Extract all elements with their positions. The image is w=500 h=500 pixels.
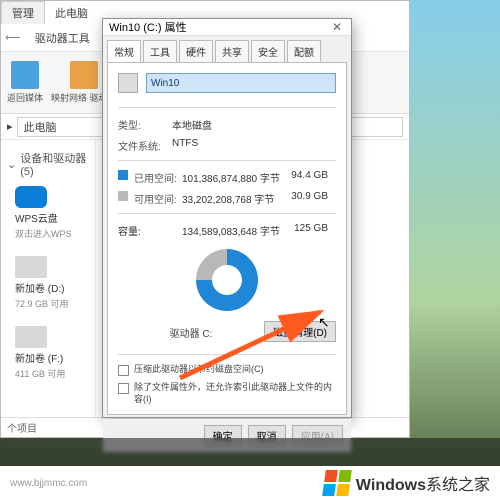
- nav-back-icon[interactable]: ⟵: [5, 31, 21, 44]
- tab-security[interactable]: 安全: [251, 40, 285, 62]
- drive-caption: 驱动器 C:: [118, 325, 264, 340]
- sidebar-item-drive-f[interactable]: 新加卷 (F:) 411 GB 可用: [1, 322, 95, 384]
- used-swatch: [118, 170, 128, 180]
- disk-cleanup-button[interactable]: 磁盘清理(D): [264, 321, 336, 342]
- sidebar-item-drive-d[interactable]: 新加卷 (D:) 72.9 GB 可用: [1, 252, 95, 314]
- dialog-body: 类型:本地磁盘 文件系统:NTFS 已用空间:101,386,874,880 字…: [107, 62, 347, 415]
- label-type: 类型:: [118, 117, 172, 132]
- watermark-bar: www.bjjmmc.com Windows系统之家: [0, 466, 500, 500]
- usage-donut-chart: [196, 249, 258, 311]
- tab-quota[interactable]: 配额: [287, 40, 321, 62]
- tab-thispc[interactable]: 此电脑: [45, 2, 98, 24]
- dialog-title: Win10 (C:) 属性: [109, 19, 187, 35]
- drive-icon: [15, 326, 47, 348]
- sidebar: ⌄ 设备和驱动器 (5) WPS云盘 双击进入WPS 新加卷 (D:) 72.9…: [1, 140, 96, 417]
- folder-icon: ▸: [7, 120, 13, 133]
- drive-name-input[interactable]: [146, 73, 336, 93]
- free-swatch: [118, 191, 128, 201]
- ribbon-media[interactable]: 返回媒体: [7, 61, 43, 104]
- drive-icon: [15, 256, 47, 278]
- dialog-tabs: 常规 工具 硬件 共享 安全 配额: [103, 36, 351, 62]
- windows-logo-icon: [322, 470, 352, 496]
- watermark-url: www.bjjmmc.com: [10, 478, 87, 489]
- tab-manage[interactable]: 管理: [1, 1, 45, 24]
- index-checkbox[interactable]: [118, 383, 129, 394]
- tab-tools[interactable]: 工具: [143, 40, 177, 62]
- drive-icon: [118, 73, 138, 93]
- cloud-icon: [15, 186, 47, 208]
- tab-sharing[interactable]: 共享: [215, 40, 249, 62]
- tab-general[interactable]: 常规: [107, 40, 141, 62]
- sidebar-devices-header[interactable]: ⌄ 设备和驱动器 (5): [1, 146, 95, 182]
- sidebar-item-wps[interactable]: WPS云盘 双击进入WPS: [1, 182, 95, 244]
- compress-checkbox[interactable]: [118, 365, 129, 376]
- ribbon-drive-tools[interactable]: 驱动器工具: [35, 30, 90, 46]
- tab-hardware[interactable]: 硬件: [179, 40, 213, 62]
- taskbar[interactable]: [0, 438, 500, 468]
- chevron-down-icon: ⌄: [7, 158, 16, 171]
- close-icon[interactable]: ✕: [329, 20, 345, 34]
- properties-dialog: Win10 (C:) 属性 ✕ 常规 工具 硬件 共享 安全 配额 类型:本地磁…: [102, 18, 352, 418]
- label-fs: 文件系统:: [118, 138, 172, 153]
- dialog-titlebar[interactable]: Win10 (C:) 属性 ✕: [103, 19, 351, 36]
